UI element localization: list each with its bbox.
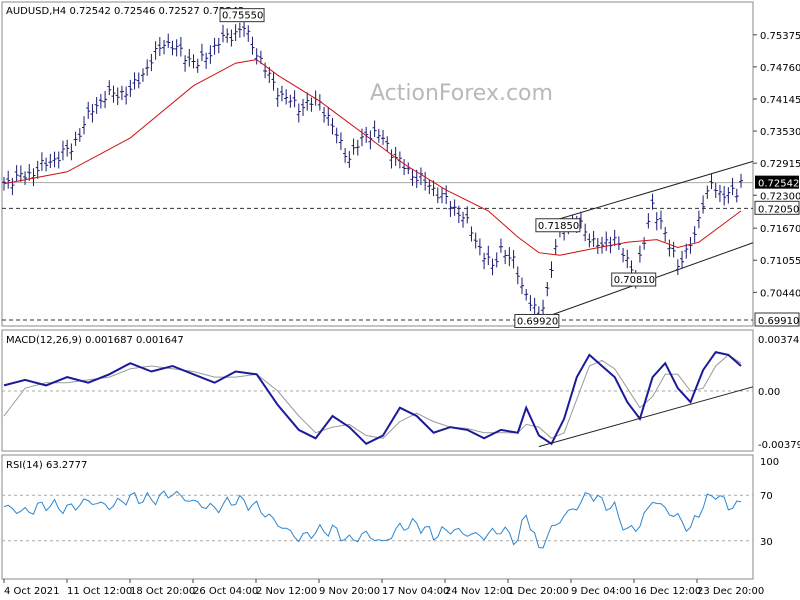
rsi-tick-label: 70 [760, 491, 773, 502]
rsi-title: RSI(14) 63.2777 [6, 460, 87, 471]
price-tick-label: 0.71670 [760, 224, 800, 235]
annotation-label-3: 0.69920 [517, 316, 558, 327]
price-tick-label: 0.74760 [760, 63, 800, 74]
current-price-label: 0.72542 [758, 179, 799, 190]
price-tick-label: 0.72300 [760, 191, 800, 202]
time-tick-label: 17 Nov 04:00 [382, 586, 449, 597]
level-label-1: 0.69910 [758, 316, 799, 327]
annotation-label-0: 0.75550 [222, 11, 263, 22]
price-tick-label: 0.73530 [760, 127, 800, 138]
macd-title: MACD(12,26,9) 0.001687 0.001647 [6, 335, 184, 346]
watermark: ActionForex.com [370, 81, 553, 106]
time-tick-label: 9 Nov 20:00 [319, 586, 380, 597]
price-tick-label: 0.75375 [760, 31, 800, 42]
time-tick-label: 23 Dec 20:00 [697, 586, 764, 597]
time-tick-label: 16 Dec 12:00 [634, 586, 701, 597]
rsi-tick-label: 100 [760, 457, 779, 468]
time-tick-label: 24 Nov 12:00 [445, 586, 512, 597]
rsi-tick-label: 30 [760, 537, 773, 548]
time-tick-label: 2 Nov 12:00 [256, 586, 317, 597]
annotation-label-1: 0.71850 [538, 221, 579, 232]
price-tick-label: 0.71055 [760, 256, 800, 267]
price-tick-label: 0.74145 [760, 95, 800, 106]
macd-tick-label: 0.003749 [758, 335, 800, 346]
time-tick-label: 9 Dec 04:00 [571, 586, 632, 597]
macd-tick-label: -0.003796 [758, 440, 800, 451]
macd-tick-label: 0.00 [758, 387, 780, 398]
price-title: AUDUSD,H4 0.72542 0.72546 0.72527 0.7254… [6, 6, 244, 17]
time-tick-label: 4 Oct 2021 [4, 586, 59, 597]
level-label-0: 0.72050 [758, 204, 799, 215]
time-tick-label: 1 Dec 20:00 [508, 586, 569, 597]
price-tick-label: 0.70440 [760, 288, 800, 299]
annotation-label-2: 0.70810 [614, 275, 655, 286]
rsi-pane [1, 454, 754, 580]
time-tick-label: 11 Oct 12:00 [67, 586, 132, 597]
time-tick-label: 26 Oct 04:00 [193, 586, 258, 597]
chart-canvas: ActionForex.com AUDUSD,H4 0.72542 0.7254… [1, 1, 800, 597]
price-tick-label: 0.72915 [760, 159, 800, 170]
time-tick-label: 18 Oct 20:00 [130, 586, 195, 597]
